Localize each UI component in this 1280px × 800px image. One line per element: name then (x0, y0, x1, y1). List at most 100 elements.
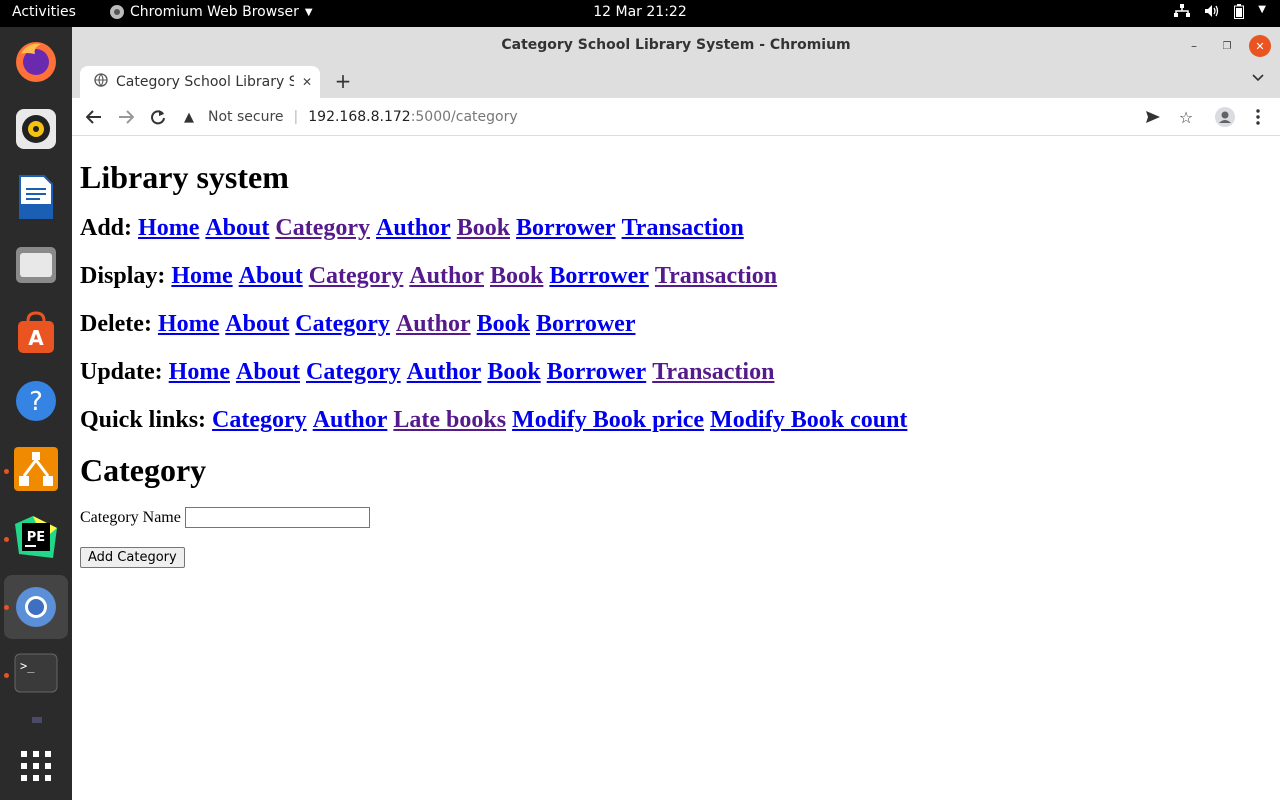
nav-row: Add: Home About Category Author Book Borrower… (80, 214, 1272, 242)
tab-close-icon[interactable]: ✕ (302, 75, 312, 89)
nav-link-author[interactable]: Author (407, 359, 482, 385)
nav-link-about[interactable]: About (225, 311, 289, 337)
nav-link-book[interactable]: Book (487, 359, 540, 385)
add-category-form: Category Name Add Category (80, 507, 1272, 568)
battery-icon (1234, 4, 1245, 23)
rhythmbox-icon[interactable] (12, 105, 60, 153)
nav-link-author[interactable]: Author (313, 407, 388, 433)
nav-link-category[interactable]: Category (212, 407, 307, 433)
nav-row-label: Add: (80, 215, 133, 241)
files-icon[interactable] (12, 241, 60, 289)
security-label: Not secure (208, 109, 284, 125)
nav-link-category[interactable]: Category (275, 215, 370, 241)
page-content: Library system Add: Home About Category Aut… (72, 137, 1280, 800)
firefox-icon[interactable] (12, 37, 60, 85)
nav-link-modify-book-price[interactable]: Modify Book price (512, 407, 704, 433)
gnome-top-bar: Activities Chromium Web Browser ▼ 12 Mar… (0, 0, 1280, 27)
volume-icon (1204, 4, 1220, 23)
svg-text:A: A (28, 326, 44, 350)
system-tray[interactable]: ▼ (1174, 4, 1266, 23)
category-name-row: Category Name (80, 507, 1272, 528)
clock[interactable]: 12 Mar 21:22 (0, 4, 1280, 20)
svg-text:?: ? (29, 387, 43, 417)
submit-row: Add Category (80, 546, 1272, 568)
libreoffice-writer-icon[interactable] (12, 173, 60, 221)
dock: A ? PE >_ (0, 27, 72, 800)
nav-link-home[interactable]: Home (158, 311, 219, 337)
svg-text:PE: PE (27, 530, 45, 545)
terminal-icon[interactable]: >_ (12, 649, 60, 697)
tab-search-chevron-icon[interactable] (1252, 71, 1264, 85)
nav-link-book[interactable]: Book (490, 263, 543, 289)
browser-toolbar: ▲ Not secure | 192.168.8.172 :5000/categ… (72, 98, 1280, 136)
pycharm-edu-icon[interactable]: PE (12, 513, 60, 561)
new-tab-button[interactable]: + (330, 68, 356, 94)
nav-row-label: Quick links: (80, 407, 207, 433)
tab-title: Category School Library System (116, 74, 294, 90)
svg-text:>_: >_ (20, 659, 35, 673)
chromium-icon[interactable] (12, 583, 60, 631)
reload-icon[interactable] (146, 105, 170, 129)
nav-link-borrower[interactable]: Borrower (536, 311, 636, 337)
nav-link-about[interactable]: About (239, 263, 303, 289)
nav-link-category[interactable]: Category (295, 311, 390, 337)
window-title: Category School Library System - Chromiu… (501, 37, 851, 53)
nav-row: Quick links: Category Author Late books Mod… (80, 406, 1272, 434)
nav-row-label: Delete: (80, 311, 152, 337)
browser-window: Category School Library System - Chromiu… (72, 27, 1280, 800)
nav-link-borrower[interactable]: Borrower (549, 263, 649, 289)
nav-link-about[interactable]: About (236, 359, 300, 385)
menu-kebab-icon[interactable] (1247, 106, 1269, 128)
nav-rows: Add: Home About Category Author Book Borrower… (80, 214, 1272, 434)
forward-arrow-icon[interactable] (114, 105, 138, 129)
address-bar[interactable]: ▲ Not secure | 192.168.8.172 :5000/categ… (180, 103, 1212, 131)
nav-link-borrower[interactable]: Borrower (516, 215, 616, 241)
ubuntu-software-icon[interactable]: A (12, 309, 60, 357)
nav-link-modify-book-count[interactable]: Modify Book count (710, 407, 907, 433)
nav-link-category[interactable]: Category (309, 263, 404, 289)
network-icon (1174, 4, 1191, 23)
nav-row: Display: Home About Category Author Book Borr… (80, 262, 1272, 290)
nav-link-author[interactable]: Author (376, 215, 451, 241)
back-arrow-icon[interactable] (82, 105, 106, 129)
nav-row: Update: Home About Category Author Book Borro… (80, 358, 1272, 386)
close-icon[interactable]: ✕ (1249, 35, 1271, 57)
nav-link-category[interactable]: Category (306, 359, 401, 385)
nav-row-label: Update: (80, 359, 163, 385)
nav-link-book[interactable]: Book (457, 215, 510, 241)
nav-link-transaction[interactable]: Transaction (655, 263, 777, 289)
section-heading: Category (80, 452, 207, 488)
nav-link-book[interactable]: Book (477, 311, 530, 337)
category-name-input[interactable] (184, 507, 370, 528)
nav-link-late-books[interactable]: Late books (393, 407, 506, 433)
nav-link-author[interactable]: Author (409, 263, 484, 289)
profile-avatar-icon[interactable] (1214, 106, 1236, 128)
nav-link-borrower[interactable]: Borrower (547, 359, 647, 385)
trash-indicator (32, 717, 42, 723)
nav-link-home[interactable]: Home (171, 263, 232, 289)
nav-link-home[interactable]: Home (138, 215, 199, 241)
power-menu-caret-icon: ▼ (1258, 4, 1266, 15)
send-tab-icon[interactable] (1142, 106, 1164, 128)
nav-link-transaction[interactable]: Transaction (622, 215, 744, 241)
url-path: :5000/category (410, 109, 518, 125)
tab-category[interactable]: Category School Library System ✕ (80, 66, 320, 98)
nav-link-about[interactable]: About (205, 215, 269, 241)
add-category-button[interactable]: Add Category (80, 547, 185, 568)
window-titlebar[interactable]: Category School Library System - Chromiu… (72, 27, 1280, 64)
nav-row: Delete: Home About Category Author Book Borro… (80, 310, 1272, 338)
nav-link-author[interactable]: Author (396, 311, 471, 337)
network-app-icon[interactable] (12, 445, 60, 493)
nav-link-transaction[interactable]: Transaction (652, 359, 774, 385)
url-host: 192.168.8.172 (308, 109, 411, 125)
show-apps-icon[interactable] (12, 742, 60, 790)
nav-row-label: Display: (80, 263, 166, 289)
maximize-icon[interactable]: ❐ (1216, 35, 1238, 57)
bookmark-star-icon[interactable]: ☆ (1175, 106, 1197, 128)
help-icon[interactable]: ? (12, 377, 60, 425)
omnibox-separator: | (293, 109, 299, 125)
minimize-icon[interactable]: – (1183, 35, 1205, 57)
category-name-label: Category Name (80, 508, 181, 526)
warning-icon: ▲ (184, 109, 194, 125)
nav-link-home[interactable]: Home (169, 359, 230, 385)
